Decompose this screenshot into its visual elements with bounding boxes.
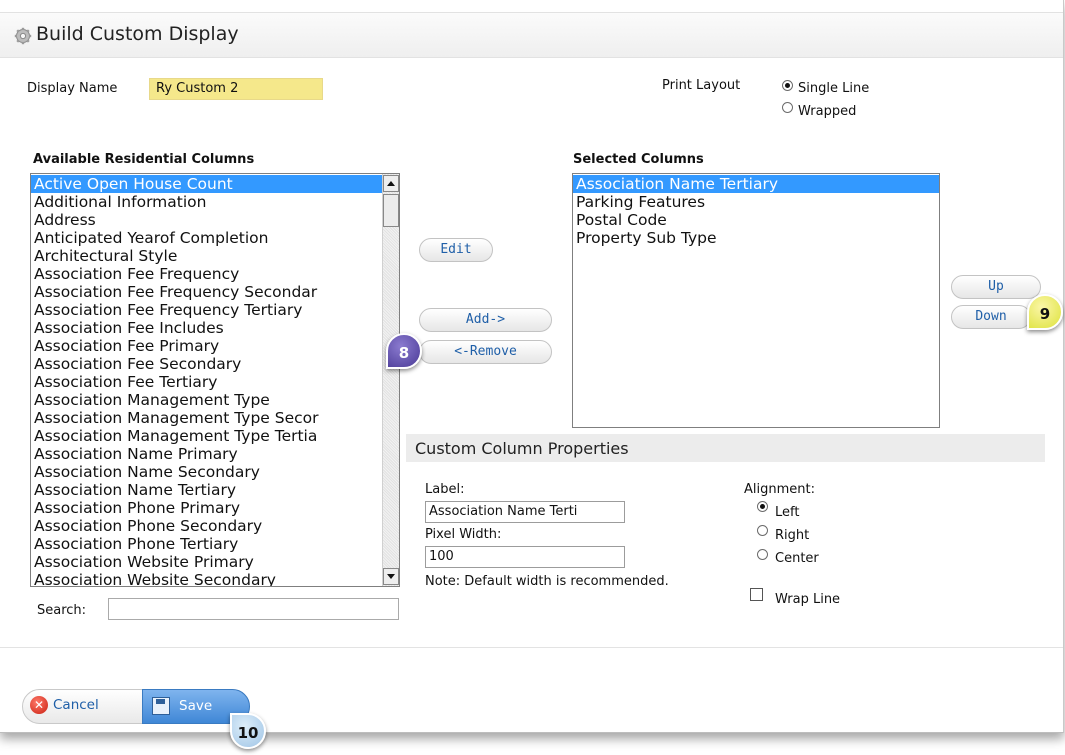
selected-column-item[interactable]: Property Sub Type	[573, 229, 939, 247]
available-column-item[interactable]: Architectural Style	[31, 247, 382, 265]
pixel-width-label: Pixel Width:	[425, 527, 502, 542]
available-column-item[interactable]: Address	[31, 211, 382, 229]
callout-badge-8: 8	[386, 333, 422, 369]
available-column-item[interactable]: Association Management Type	[31, 391, 382, 409]
available-column-item[interactable]: Association Fee Secondary	[31, 355, 382, 373]
wrap-line-checkbox[interactable]	[750, 588, 763, 601]
alignment-left-label: Left	[775, 505, 800, 520]
callout-badge-9: 9	[1027, 294, 1063, 330]
save-button-label: Save	[179, 698, 213, 714]
print-layout-label: Print Layout	[662, 78, 741, 93]
print-layout-wrapped-radio[interactable]	[782, 102, 793, 113]
pixel-width-input[interactable]: 100	[425, 546, 625, 568]
available-column-item[interactable]: Association Phone Primary	[31, 499, 382, 517]
pixel-width-note: Note: Default width is recommended.	[425, 574, 669, 589]
available-column-item[interactable]: Association Website Secondary	[31, 571, 382, 586]
selected-column-item[interactable]: Association Name Tertiary	[573, 175, 939, 193]
display-name-input[interactable]: Ry Custom 2	[149, 78, 323, 100]
selected-column-item[interactable]: Parking Features	[573, 193, 939, 211]
label-input[interactable]: Association Name Terti	[425, 501, 625, 523]
available-column-item[interactable]: Association Management Type Tertia	[31, 427, 382, 445]
available-column-item[interactable]: Anticipated Yearof Completion	[31, 229, 382, 247]
available-column-item[interactable]: Active Open House Count	[31, 175, 382, 193]
available-column-item[interactable]: Association Name Primary	[31, 445, 382, 463]
scroll-up-arrow-icon[interactable]	[383, 175, 399, 192]
available-column-item[interactable]: Association Fee Frequency Secondar	[31, 283, 382, 301]
edit-button[interactable]: Edit	[419, 238, 493, 262]
print-layout-single-line-radio[interactable]	[782, 80, 793, 91]
available-column-item[interactable]: Association Phone Secondary	[31, 517, 382, 535]
scrollbar-thumb[interactable]	[383, 194, 399, 227]
wrap-line-label: Wrap Line	[775, 592, 841, 607]
cancel-x-icon: ✕	[30, 696, 48, 714]
add-button[interactable]: Add->	[419, 308, 552, 332]
alignment-left-radio[interactable]	[757, 501, 768, 512]
scroll-down-arrow-icon[interactable]	[383, 568, 399, 585]
gear-icon	[14, 27, 32, 45]
custom-column-properties-title: Custom Column Properties	[415, 439, 629, 458]
callout-badge-10: 10	[230, 713, 266, 749]
alignment-label: Alignment:	[744, 482, 815, 497]
dialog-title: Build Custom Display	[36, 23, 239, 45]
alignment-right-label: Right	[775, 528, 810, 543]
available-column-item[interactable]: Association Fee Primary	[31, 337, 382, 355]
move-up-button[interactable]: Up	[951, 275, 1041, 299]
available-column-item[interactable]: Association Fee Includes	[31, 319, 382, 337]
display-name-label: Display Name	[27, 81, 118, 96]
alignment-center-radio[interactable]	[757, 549, 768, 560]
available-column-item[interactable]: Association Fee Tertiary	[31, 373, 382, 391]
available-columns-header: Available Residential Columns	[33, 152, 255, 167]
save-disk-icon	[152, 697, 170, 715]
build-custom-display-dialog: Build Custom Display Display Name Ry Cus…	[0, 0, 1064, 749]
print-layout-wrapped-label: Wrapped	[798, 104, 857, 119]
dialog-title-bar: Build Custom Display	[0, 12, 1063, 58]
available-column-item[interactable]: Association Website Primary	[31, 553, 382, 571]
search-input[interactable]	[108, 598, 399, 620]
available-column-item[interactable]: Association Name Tertiary	[31, 481, 382, 499]
cancel-button[interactable]: ✕ Cancel	[27, 692, 139, 720]
label-field-label: Label:	[425, 482, 465, 497]
move-down-button[interactable]: Down	[951, 305, 1031, 329]
available-column-item[interactable]: Association Fee Frequency Tertiary	[31, 301, 382, 319]
available-column-item[interactable]: Association Phone Tertiary	[31, 535, 382, 553]
remove-button[interactable]: <-Remove	[419, 340, 552, 364]
selected-column-item[interactable]: Postal Code	[573, 211, 939, 229]
available-column-item[interactable]: Additional Information	[31, 193, 382, 211]
available-column-item[interactable]: Association Fee Frequency	[31, 265, 382, 283]
cancel-button-label: Cancel	[53, 697, 99, 713]
footer-separator	[0, 647, 1063, 648]
selected-columns-header: Selected Columns	[573, 152, 704, 167]
alignment-center-label: Center	[775, 551, 819, 566]
print-layout-single-line-label: Single Line	[798, 81, 870, 96]
search-label: Search:	[37, 603, 87, 618]
custom-column-properties-header: Custom Column Properties	[406, 434, 1045, 462]
available-column-item[interactable]: Association Name Secondary	[31, 463, 382, 481]
available-columns-list[interactable]: Active Open House Count Additional Inform…	[30, 173, 400, 587]
selected-columns-list[interactable]: Association Name Tertiary Parking Feature…	[572, 173, 940, 428]
available-columns-scrollbar[interactable]	[382, 174, 399, 586]
alignment-right-radio[interactable]	[757, 525, 768, 536]
available-column-item[interactable]: Association Management Type Secor	[31, 409, 382, 427]
